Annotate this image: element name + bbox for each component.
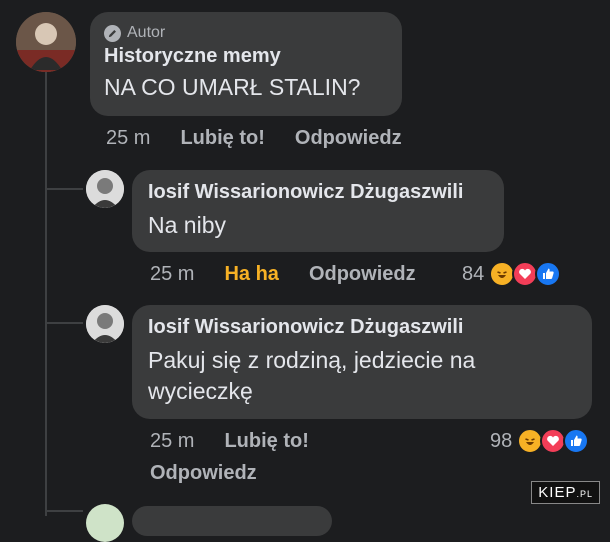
haha-reaction-button[interactable]: Ha ha xyxy=(224,263,278,286)
reaction-summary[interactable]: 84 xyxy=(462,261,562,287)
avatar[interactable] xyxy=(86,305,124,343)
reply-button[interactable]: Odpowiedz xyxy=(295,127,402,150)
avatar[interactable] xyxy=(86,170,124,208)
like-reaction-icon xyxy=(535,261,562,287)
post-actions: 25 m Lubię to! Odpowiedz xyxy=(106,127,402,150)
post-bubble: Autor Historyczne memy NA CO UMARŁ STALI… xyxy=(90,12,402,116)
reply-button[interactable]: Odpowiedz xyxy=(150,462,257,485)
reply-timestamp[interactable]: 25 m xyxy=(150,430,194,453)
watermark-logo: KIEP.PL xyxy=(531,481,600,504)
reply-bubble xyxy=(132,506,332,536)
reply-text-line-1: Pakuj się z rodziną, jedziecie na xyxy=(148,347,476,373)
post-timestamp[interactable]: 25 m xyxy=(106,127,150,150)
post-author-name[interactable]: Historyczne memy xyxy=(104,45,388,68)
reply-button[interactable]: Odpowiedz xyxy=(309,263,416,286)
author-badge-label: Autor xyxy=(127,24,166,41)
reply-bubble: Iosif Wissarionowicz Dżugaszwili Na niby xyxy=(132,170,504,252)
reaction-summary[interactable]: 98 xyxy=(490,428,590,454)
thread-connector-1 xyxy=(45,188,83,190)
like-button[interactable]: Lubię to! xyxy=(180,127,264,150)
watermark-suffix: .PL xyxy=(576,489,593,499)
reply-actions: 25 m Ha ha Odpowiedz xyxy=(150,263,416,286)
reply-timestamp[interactable]: 25 m xyxy=(150,263,194,286)
reply-actions: 25 m Lubię to! xyxy=(150,430,309,453)
avatar[interactable] xyxy=(16,12,76,72)
reply-author-name[interactable]: Iosif Wissarionowicz Dżugaszwili xyxy=(148,316,576,339)
reply-author-name[interactable]: Iosif Wissarionowicz Dżugaszwili xyxy=(148,181,488,204)
pencil-icon xyxy=(104,24,121,42)
reply-bubble: Iosif Wissarionowicz Dżugaszwili Pakuj s… xyxy=(132,305,592,419)
like-button[interactable]: Lubię to! xyxy=(224,430,308,453)
reply-actions-row-2: Odpowiedz xyxy=(150,462,257,485)
reply-text: Na niby xyxy=(148,212,226,238)
reply-text-line-2: wycieczkę xyxy=(148,378,253,404)
watermark-text: KIEP xyxy=(538,484,577,501)
thread-connector-3 xyxy=(45,510,83,512)
like-reaction-icon xyxy=(563,428,590,454)
avatar[interactable] xyxy=(86,504,124,542)
thread-connector-2 xyxy=(45,322,83,324)
thread-line-main xyxy=(45,72,47,516)
post-text: NA CO UMARŁ STALIN? xyxy=(104,74,361,100)
reaction-count: 84 xyxy=(462,262,485,285)
author-badge: Autor xyxy=(104,24,388,42)
reaction-count: 98 xyxy=(490,429,513,452)
